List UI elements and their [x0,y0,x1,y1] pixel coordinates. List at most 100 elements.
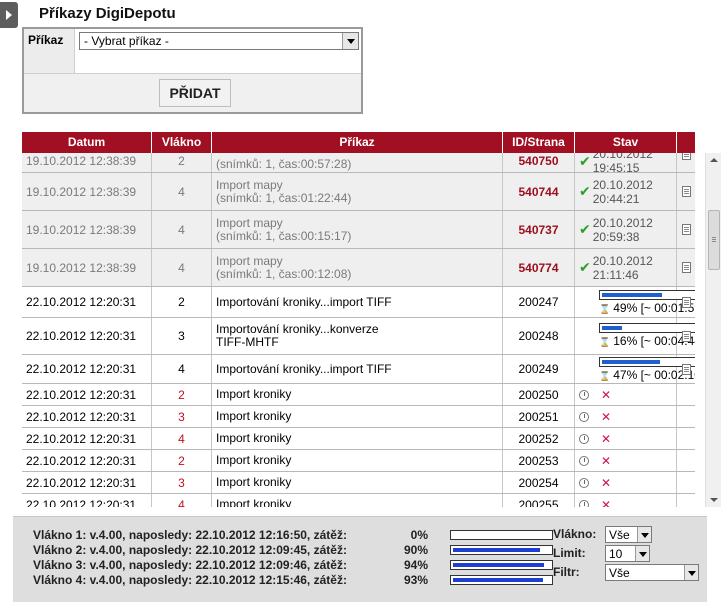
document-icon[interactable] [681,224,691,235]
triangle-right-icon [6,10,12,20]
document-icon[interactable] [681,186,691,197]
clock-icon [579,477,589,488]
row-date: 22.10.2012 12:20:31 [22,428,152,449]
thread-status-2: Vlákno 2: v.4.00, naposledy: 22.10.2012 … [33,543,553,557]
load-bar [450,545,553,555]
row-thread: 4 [152,211,212,248]
row-id-link[interactable]: 540744 [503,173,575,210]
col-header-id[interactable]: ID/Strana [503,132,575,153]
document-icon[interactable] [681,262,691,273]
cancel-icon[interactable]: ✕ [601,498,611,508]
row-date: 22.10.2012 12:20:31 [22,355,152,383]
row-command: Import kroniky [212,428,503,449]
limit-select[interactable]: 10 [605,545,650,562]
chevron-down-icon [684,565,698,580]
table-row[interactable]: 22.10.2012 12:20:31 4 Importování kronik… [22,355,695,384]
cancel-icon[interactable]: ✕ [601,432,611,446]
row-date: 19.10.2012 12:38:39 [22,211,152,248]
row-state: ✔ 20.10.2012 20:44:21 [575,173,677,210]
scroll-up-icon[interactable] [706,153,722,167]
table-row[interactable]: 19.10.2012 12:38:39 2 (snímků: 1, čas:00… [22,153,695,175]
row-id: 200253 [503,450,575,471]
limit-label: Limit: [553,546,586,560]
clock-icon [579,411,589,422]
load-bar [450,575,553,585]
table-row[interactable]: 19.10.2012 12:38:39 4 Import mapy (snímků… [22,173,695,211]
cancel-icon[interactable]: ✕ [601,454,611,468]
row-date: 22.10.2012 12:20:31 [22,494,152,507]
command-select[interactable]: - Vybrat příkaz - [79,32,359,50]
col-header-state[interactable]: Stav [575,132,677,153]
document-icon[interactable] [681,363,691,375]
table-row[interactable]: 22.10.2012 12:20:31 4 Import kroniky 200… [22,494,695,507]
row-thread: 2 [152,384,212,405]
row-command: Import mapy (snímků: 1, čas:00:12:08) [212,249,503,286]
document-icon[interactable] [681,330,691,342]
table-row[interactable]: 22.10.2012 12:20:31 3 Importování kronik… [22,318,695,355]
row-command: Importování kroniky...import TIFF [212,287,503,317]
row-command: Import kroniky [212,450,503,471]
row-id: 200247 [503,287,575,317]
row-date: 22.10.2012 12:20:31 [22,472,152,493]
row-id: 200254 [503,472,575,493]
row-id: 200248 [503,318,575,354]
row-thread: 2 [152,450,212,471]
filter-select[interactable]: Vše [605,564,699,581]
table-row[interactable]: 22.10.2012 12:20:31 3 Import kroniky 200… [22,472,695,494]
table-row[interactable]: 19.10.2012 12:38:39 4 Import mapy (snímků… [22,211,695,249]
table-header: Datum Vlákno Příkaz ID/Strana Stav [22,132,695,153]
scroll-down-icon[interactable] [706,493,722,507]
threads-status-panel: Vlákno 1: v.4.00, naposledy: 22.10.2012 … [13,516,707,602]
row-id-link[interactable]: 540737 [503,211,575,248]
table-row[interactable]: 19.10.2012 12:38:39 4 Import mapy (snímků… [22,249,695,287]
command-label: Příkaz [24,29,75,73]
col-header-thread[interactable]: Vlákno [152,132,212,153]
row-thread: 3 [152,472,212,493]
clock-icon [579,433,589,444]
cancel-icon[interactable]: ✕ [601,388,611,402]
row-date: 22.10.2012 12:20:31 [22,287,152,317]
table-scrollbar[interactable] [705,153,721,507]
row-date: 19.10.2012 12:38:39 [22,249,152,286]
chevron-down-icon [637,527,651,542]
row-id: 200251 [503,406,575,427]
chevron-down-icon [635,546,649,561]
row-command: Import mapy (snímků: 1, čas:01:22:44) [212,173,503,210]
row-thread: 4 [152,355,212,383]
table-row[interactable]: 22.10.2012 12:20:31 2 Importování kronik… [22,287,695,318]
table-row[interactable]: 22.10.2012 12:20:31 4 Import kroniky 200… [22,428,695,450]
collapse-panel-button[interactable] [0,2,18,28]
row-id-link[interactable]: 540774 [503,249,575,286]
add-command-button[interactable]: PŘIDAT [159,79,231,107]
cancel-icon[interactable]: ✕ [601,476,611,490]
col-header-date[interactable]: Datum [22,132,152,153]
row-id: 200252 [503,428,575,449]
row-id: 200250 [503,384,575,405]
command-table: 19.10.2012 12:38:39 2 (snímků: 1, čas:00… [22,153,695,507]
document-icon[interactable] [681,153,691,160]
row-date: 22.10.2012 12:20:31 [22,406,152,427]
hourglass-icon: ⌛ [599,371,611,381]
thread-filter-select[interactable]: Vše [605,526,652,543]
row-date: 22.10.2012 12:20:31 [22,384,152,405]
document-icon[interactable] [681,296,691,308]
col-header-command[interactable]: Příkaz [212,132,503,153]
row-thread: 3 [152,406,212,427]
command-select-value: - Vybrat příkaz - [84,34,169,48]
scroll-thumb[interactable] [708,210,720,270]
row-date: 19.10.2012 12:38:39 [22,173,152,210]
check-icon: ✔ [579,153,591,169]
row-thread: 4 [152,494,212,507]
table-row[interactable]: 22.10.2012 12:20:31 3 Import kroniky 200… [22,406,695,428]
table-row[interactable]: 22.10.2012 12:20:31 2 Import kroniky 200… [22,384,695,406]
command-form: Příkaz - Vybrat příkaz - PŘIDAT [22,27,363,114]
thread-filter-label: Vlákno: [553,527,597,541]
clock-icon [579,499,589,507]
check-icon: ✔ [579,259,591,275]
row-command: Importování kroniky...konverze TIFF-MHTF [212,318,503,354]
row-command: Import kroniky [212,384,503,405]
page-title: Příkazy DigiDepotu [39,5,176,22]
cancel-icon[interactable]: ✕ [601,410,611,424]
table-row[interactable]: 22.10.2012 12:20:31 2 Import kroniky 200… [22,450,695,472]
check-icon: ✔ [579,221,591,237]
